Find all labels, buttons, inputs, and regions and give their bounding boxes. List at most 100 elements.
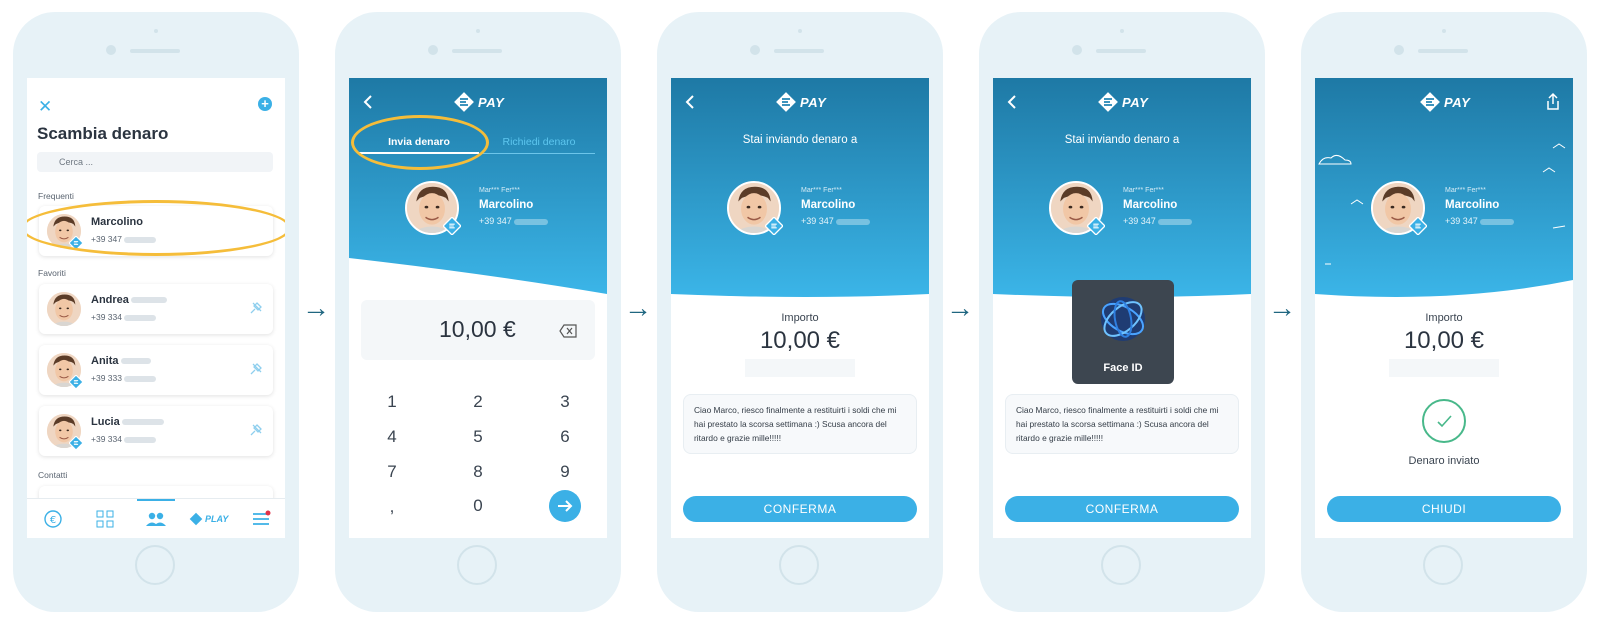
contact-card-lucia[interactable]: Lucia +39 334 xyxy=(39,406,273,456)
key-9[interactable]: 9 xyxy=(545,462,585,482)
sensor-dot xyxy=(154,29,158,33)
close-icon[interactable]: ✕ xyxy=(38,98,52,115)
confirm-button[interactable]: CONFERMA xyxy=(683,496,917,522)
screen-denaro-inviato: PAY Mar*** Fer*** Marcolino +39 347 Impo… xyxy=(1315,78,1573,538)
key-2[interactable]: 2 xyxy=(458,392,498,412)
flow-arrow: → xyxy=(624,292,652,323)
add-icon[interactable]: + xyxy=(258,97,272,111)
logo-text: PAY xyxy=(1444,94,1471,110)
key-5[interactable]: 5 xyxy=(458,427,498,447)
screen-conferma: PAY Stai inviando denaro a Mar*** Fer***… xyxy=(671,78,929,538)
contact-phone: +39 334 xyxy=(91,312,156,322)
page-title: Scambia denaro xyxy=(37,124,169,143)
camera xyxy=(1072,45,1082,55)
recipient-name: Marcolino xyxy=(479,199,534,211)
play-tab[interactable]: PLAY xyxy=(189,509,229,529)
phone-frame-2: PAY Invia denaro Richiedi denaro Mar*** … xyxy=(335,12,621,612)
confirm-button[interactable]: CONFERMA xyxy=(1005,496,1239,522)
speaker xyxy=(130,49,180,53)
key-6[interactable]: 6 xyxy=(545,427,585,447)
key-3[interactable]: 3 xyxy=(545,392,585,412)
amount-note xyxy=(1389,359,1499,377)
contact-name: Anita xyxy=(91,355,151,367)
logo-mark-icon xyxy=(1419,91,1441,113)
recipient-phone: +39 347 xyxy=(479,216,548,226)
pay-badge-icon xyxy=(1409,217,1427,235)
pay-badge-icon xyxy=(1087,217,1105,235)
status-text: Denaro inviato xyxy=(1408,455,1480,467)
recipient: Mar*** Fer*** Marcolino +39 347 xyxy=(405,181,595,241)
speaker xyxy=(452,49,502,53)
pin-icon[interactable] xyxy=(249,423,263,437)
close-button[interactable]: CHIUDI xyxy=(1327,496,1561,522)
key-0[interactable]: 0 xyxy=(458,496,498,516)
section-label-contacts: Contatti xyxy=(38,470,68,480)
sending-to-label: Stai inviando denaro a xyxy=(1064,134,1180,146)
logo-text: PAY xyxy=(478,94,505,110)
key-1[interactable]: 1 xyxy=(372,392,412,412)
section-label-favorites: Favoriti xyxy=(38,268,66,278)
recipient-masked-name: Mar*** Fer*** xyxy=(1123,187,1164,194)
recipient-masked-name: Mar*** Fer*** xyxy=(1445,187,1486,194)
back-icon[interactable] xyxy=(683,92,697,112)
sensor-dot xyxy=(1442,29,1446,33)
bottom-tab-bar: € PLAY xyxy=(27,498,285,538)
pin-icon[interactable] xyxy=(249,362,263,376)
menu-icon[interactable] xyxy=(251,509,271,529)
pay-badge-icon xyxy=(69,375,83,389)
recipient-phone: +39 347 xyxy=(801,216,870,226)
home-button[interactable] xyxy=(779,545,819,585)
screen-invia-denaro: PAY Invia denaro Richiedi denaro Mar*** … xyxy=(349,78,607,538)
camera xyxy=(750,45,760,55)
camera xyxy=(428,45,438,55)
contact-card-andrea[interactable]: Andrea +39 334 xyxy=(39,284,273,334)
flow-arrow: → xyxy=(302,292,330,323)
key-comma[interactable]: , xyxy=(372,497,412,517)
play-tab-label: PLAY xyxy=(205,514,229,524)
pin-icon[interactable] xyxy=(249,301,263,315)
highlight-ellipse xyxy=(351,115,489,170)
camera xyxy=(106,45,116,55)
home-button[interactable] xyxy=(135,545,175,585)
message-box: Ciao Marco, riesco finalmente a restitui… xyxy=(1005,394,1239,454)
amount-value: 10,00 € xyxy=(1403,327,1485,354)
back-icon[interactable] xyxy=(361,92,375,112)
key-7[interactable]: 7 xyxy=(372,462,412,482)
home-button[interactable] xyxy=(1101,545,1141,585)
amount-label: Importo xyxy=(1425,312,1463,324)
phone-frame-4: PAY Stai inviando denaro a Mar*** Fer***… xyxy=(979,12,1265,612)
speaker xyxy=(1418,49,1468,53)
search-input[interactable]: Cerca ... xyxy=(37,152,273,172)
home-button[interactable] xyxy=(457,545,497,585)
recipient: Mar*** Fer*** Marcolino +39 347 xyxy=(1371,181,1561,241)
tab-request-money[interactable]: Richiedi denaro xyxy=(479,136,599,148)
logo-mark-icon xyxy=(1097,91,1119,113)
people-icon[interactable] xyxy=(144,509,168,529)
contact-name: Lucia xyxy=(91,416,164,428)
key-4[interactable]: 4 xyxy=(372,427,412,447)
euro-icon[interactable]: € xyxy=(43,509,63,529)
key-8[interactable]: 8 xyxy=(458,462,498,482)
share-icon[interactable] xyxy=(1545,92,1561,112)
phone-frame-5: PAY Mar*** Fer*** Marcolino +39 347 Impo… xyxy=(1301,12,1587,612)
amount-field[interactable]: 10,00 € xyxy=(361,300,595,360)
recipient: Mar*** Fer*** Marcolino +39 347 xyxy=(1049,181,1239,241)
sending-to-label: Stai inviando denaro a xyxy=(742,134,858,146)
header: PAY Stai inviando denaro a Mar*** Fer***… xyxy=(993,78,1251,308)
logo-text: PAY xyxy=(1122,94,1149,110)
home-button[interactable] xyxy=(1423,545,1463,585)
highlight-ellipse xyxy=(27,200,285,256)
backspace-icon[interactable] xyxy=(559,324,577,338)
flow-arrow: → xyxy=(946,292,974,323)
section-label-frequent: Frequenti xyxy=(38,191,74,201)
next-button[interactable] xyxy=(549,490,581,522)
contact-name: Andrea xyxy=(91,294,167,306)
speaker xyxy=(1096,49,1146,53)
contact-card-anita[interactable]: Anita +39 333 xyxy=(39,345,273,395)
pay-badge-icon xyxy=(765,217,783,235)
back-icon[interactable] xyxy=(1005,92,1019,112)
pay-logo: PAY xyxy=(453,91,504,113)
grid-icon[interactable] xyxy=(95,509,115,529)
face-id-icon xyxy=(1101,297,1145,341)
play-logo-icon xyxy=(189,512,203,526)
